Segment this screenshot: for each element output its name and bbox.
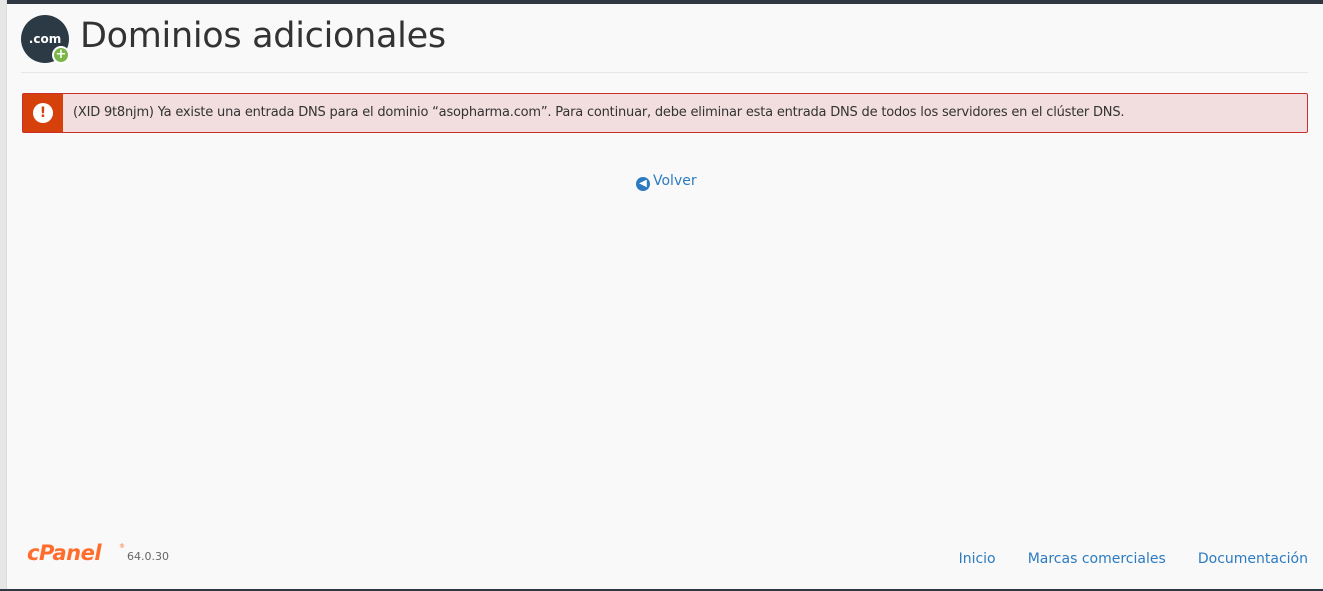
- cpanel-logo: cPanel: [27, 541, 102, 565]
- footer-link-inicio[interactable]: Inicio: [959, 551, 996, 567]
- exclamation-icon: !: [33, 103, 53, 123]
- back-link[interactable]: ◀ Volver: [636, 173, 697, 191]
- footer-links: Inicio Marcas comerciales Documentación: [932, 548, 1308, 567]
- addon-domains-icon: .com +: [21, 15, 70, 64]
- registered-mark: ®: [119, 543, 125, 550]
- version-number: 64.0.30: [127, 550, 169, 563]
- app-icon-label: .com: [28, 32, 62, 46]
- page-title: Dominios adicionales: [80, 16, 446, 56]
- error-alert: ! (XID 9t8njm) Ya existe una entrada DNS…: [22, 93, 1308, 133]
- footer-link-documentacion[interactable]: Documentación: [1198, 551, 1308, 567]
- back-link-label: Volver: [653, 173, 697, 189]
- page-header: .com + Dominios adicionales: [21, 14, 1308, 73]
- left-sidebar-edge: [0, 0, 7, 591]
- alert-message: (XID 9t8njm) Ya existe una entrada DNS p…: [73, 105, 1125, 120]
- plus-icon: +: [52, 46, 70, 64]
- alert-icon-box: !: [23, 94, 63, 132]
- top-border: [0, 0, 1323, 4]
- arrow-circle-left-icon: ◀: [636, 177, 650, 191]
- footer-link-marcas-comerciales[interactable]: Marcas comerciales: [1028, 551, 1166, 567]
